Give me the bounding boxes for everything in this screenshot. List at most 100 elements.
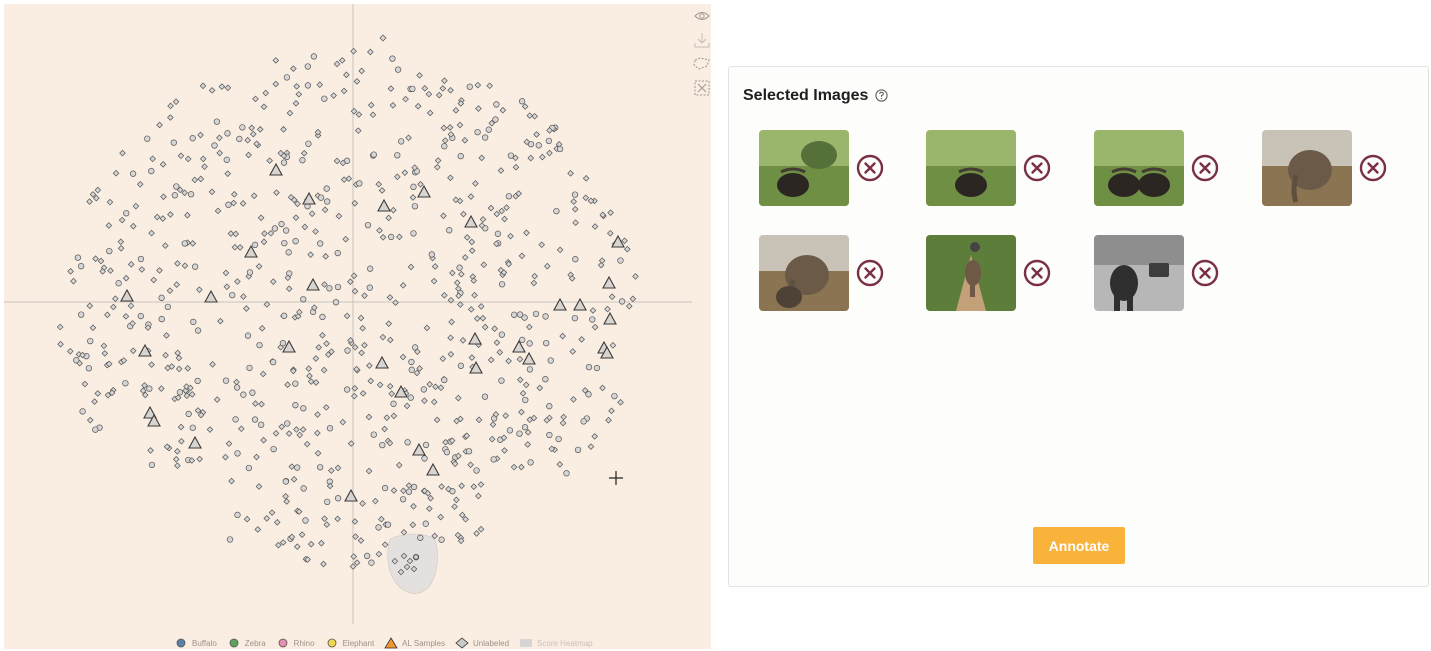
unlabeled-point[interactable] (405, 482, 413, 489)
close-circle-icon[interactable] (1023, 154, 1051, 182)
unlabeled-point[interactable] (441, 77, 448, 85)
labeled-point[interactable] (170, 139, 177, 146)
unlabeled-point[interactable] (481, 323, 489, 331)
unlabeled-point[interactable] (67, 268, 74, 275)
labeled-point[interactable] (394, 152, 401, 159)
unlabeled-point[interactable] (467, 461, 474, 469)
labeled-point[interactable] (300, 296, 307, 303)
labeled-point[interactable] (410, 230, 417, 237)
unlabeled-point[interactable] (199, 155, 207, 163)
unlabeled-point[interactable] (475, 105, 482, 112)
labeled-point[interactable] (441, 143, 448, 150)
labeled-point[interactable] (521, 424, 529, 431)
labeled-point[interactable] (585, 391, 592, 398)
unlabeled-point[interactable] (470, 483, 478, 490)
labeled-point[interactable] (421, 455, 428, 462)
unlabeled-point[interactable] (437, 513, 445, 521)
labeled-point[interactable] (571, 314, 579, 322)
unlabeled-point[interactable] (181, 262, 189, 269)
labeled-point[interactable] (176, 389, 184, 396)
unlabeled-point[interactable] (405, 134, 412, 142)
unlabeled-point[interactable] (536, 384, 544, 392)
unlabeled-point[interactable] (150, 276, 158, 284)
unlabeled-point[interactable] (381, 541, 389, 548)
unlabeled-point[interactable] (457, 301, 464, 308)
unlabeled-point[interactable] (320, 560, 327, 568)
unlabeled-point[interactable] (184, 155, 192, 163)
unlabeled-point[interactable] (468, 238, 476, 246)
unlabeled-point[interactable] (244, 136, 251, 144)
unlabeled-point[interactable] (390, 412, 398, 420)
labeled-point[interactable] (585, 364, 593, 371)
al-sample-marker[interactable] (344, 488, 358, 502)
unlabeled-point[interactable] (477, 303, 485, 310)
labeled-point[interactable] (244, 332, 252, 339)
unlabeled-point[interactable] (449, 269, 456, 277)
unlabeled-point[interactable] (57, 340, 64, 348)
lasso-select-icon[interactable] (692, 55, 712, 73)
unlabeled-point[interactable] (283, 498, 290, 505)
unlabeled-point[interactable] (352, 533, 359, 540)
unlabeled-point[interactable] (330, 92, 337, 99)
unlabeled-point[interactable] (357, 537, 365, 544)
unlabeled-point[interactable] (353, 78, 361, 85)
unlabeled-point[interactable] (461, 137, 469, 144)
unlabeled-point[interactable] (305, 365, 313, 372)
unlabeled-point[interactable] (467, 306, 475, 313)
labeled-point[interactable] (251, 416, 259, 423)
labeled-point[interactable] (370, 431, 377, 438)
labeled-point[interactable] (282, 478, 289, 485)
labeled-point[interactable] (211, 142, 218, 149)
labeled-point[interactable] (404, 439, 411, 446)
labeled-point[interactable] (507, 152, 515, 159)
unlabeled-point[interactable] (147, 447, 154, 454)
unlabeled-point[interactable] (273, 519, 281, 526)
unlabeled-point[interactable] (259, 370, 267, 378)
unlabeled-point[interactable] (473, 530, 480, 537)
unlabeled-point[interactable] (435, 91, 443, 99)
unlabeled-point[interactable] (267, 229, 275, 237)
labeled-point[interactable] (332, 299, 340, 306)
labeled-point[interactable] (282, 227, 290, 234)
unlabeled-point[interactable] (177, 152, 185, 160)
labeled-point[interactable] (422, 520, 429, 527)
unlabeled-point[interactable] (238, 425, 245, 433)
al-sample-marker[interactable] (464, 214, 478, 228)
labeled-point[interactable] (532, 310, 540, 318)
labeled-point[interactable] (366, 284, 373, 291)
unlabeled-point[interactable] (132, 202, 140, 210)
unlabeled-point[interactable] (257, 214, 265, 222)
unlabeled-point[interactable] (224, 170, 232, 177)
al-sample-marker[interactable] (120, 288, 134, 302)
unlabeled-point[interactable] (308, 210, 316, 217)
unlabeled-point[interactable] (625, 302, 633, 310)
unlabeled-point[interactable] (498, 207, 505, 215)
unlabeled-point[interactable] (582, 194, 590, 202)
unlabeled-point[interactable] (214, 207, 222, 215)
labeled-point[interactable] (87, 337, 94, 345)
labeled-point[interactable] (516, 430, 523, 437)
unlabeled-point[interactable] (105, 222, 113, 229)
unlabeled-point[interactable] (472, 180, 479, 187)
labeled-point[interactable] (232, 416, 239, 423)
unlabeled-point[interactable] (437, 384, 445, 392)
unlabeled-point[interactable] (396, 233, 403, 241)
unlabeled-point[interactable] (117, 244, 125, 252)
annotate-button[interactable]: Annotate (1033, 527, 1125, 564)
labeled-point[interactable] (224, 130, 231, 137)
labeled-point[interactable] (343, 386, 351, 393)
labeled-point[interactable] (405, 488, 413, 495)
unlabeled-point[interactable] (353, 559, 361, 566)
clear-selection-icon[interactable] (692, 79, 712, 97)
al-sample-marker[interactable] (375, 355, 389, 369)
labeled-point[interactable] (194, 327, 202, 334)
unlabeled-point[interactable] (358, 349, 365, 357)
al-sample-marker[interactable] (306, 277, 320, 291)
labeled-point[interactable] (368, 559, 375, 566)
unlabeled-point[interactable] (334, 515, 341, 523)
labeled-point[interactable] (240, 391, 247, 398)
labeled-point[interactable] (389, 55, 396, 62)
labeled-point[interactable] (446, 227, 453, 234)
unlabeled-point[interactable] (107, 267, 114, 274)
unlabeled-point[interactable] (173, 281, 180, 288)
